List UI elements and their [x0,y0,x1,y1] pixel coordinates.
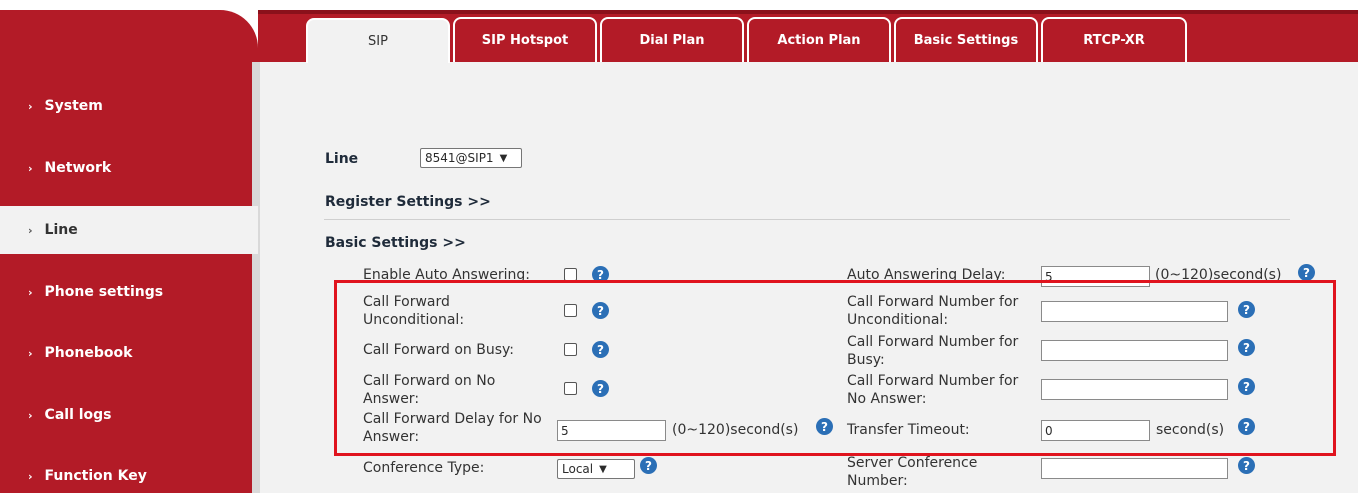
chevron-right-icon: › [28,285,33,299]
line-label: Line [325,151,359,167]
sidebar-item-label: System [44,98,103,114]
server-conf-label-line2: Number: [847,473,908,489]
line-select[interactable]: 8541@SIP1 ▼ [420,148,522,168]
conference-type-label: Conference Type: [363,460,485,476]
chevron-right-icon: › [28,223,33,237]
sidebar-item-call-logs[interactable]: › Call logs [0,391,258,439]
sidebar-item-label: Function Key [44,468,147,484]
sidebar-item-phonebook[interactable]: › Phonebook [0,329,258,377]
chevron-right-icon: › [28,161,33,175]
sidebar-item-function-key[interactable]: › Function Key [0,452,258,493]
basic-settings-link[interactable]: Basic Settings >> [325,235,466,251]
server-conf-label-line1: Server Conference [847,455,978,471]
top-header-edge [258,10,1358,14]
chevron-right-icon: › [28,346,33,360]
server-conf-input[interactable] [1041,458,1228,479]
conference-type-value: Local [562,462,594,476]
help-icon[interactable]: ? [1238,457,1255,474]
tab-sip-hotspot[interactable]: SIP Hotspot [453,17,597,62]
sidebar-item-label: Call logs [44,407,112,423]
register-settings-link[interactable]: Register Settings >> [325,194,491,210]
sidebar-item-label: Phone settings [44,284,164,300]
chevron-right-icon: › [28,408,33,422]
sidebar-item-network[interactable]: › Network [0,144,258,192]
tab-sip[interactable]: SIP [306,18,450,63]
sidebar-item-system[interactable]: › System [0,82,258,130]
highlight-box [334,280,1336,456]
sidebar-item-label: Phonebook [44,345,133,361]
sidebar-item-label: Network [44,160,112,176]
help-icon[interactable]: ? [1298,264,1315,281]
tab-action-plan[interactable]: Action Plan [747,17,891,62]
chevron-right-icon: › [28,99,33,113]
divider [324,219,1290,220]
sidebar-item-phone-settings[interactable]: › Phone settings [0,268,258,316]
sidebar-item-label: Line [44,222,78,238]
chevron-down-icon: ▼ [599,463,607,475]
conference-type-select[interactable]: Local ▼ [557,459,635,479]
sidebar-item-line[interactable]: › Line [0,206,258,254]
tab-dial-plan[interactable]: Dial Plan [600,17,744,62]
line-select-value: 8541@SIP1 [425,151,494,165]
chevron-right-icon: › [28,469,33,483]
tab-rtcp-xr[interactable]: RTCP-XR [1041,17,1187,62]
help-icon[interactable]: ? [640,457,657,474]
tab-basic-settings[interactable]: Basic Settings [894,17,1038,62]
chevron-down-icon: ▼ [499,152,508,164]
